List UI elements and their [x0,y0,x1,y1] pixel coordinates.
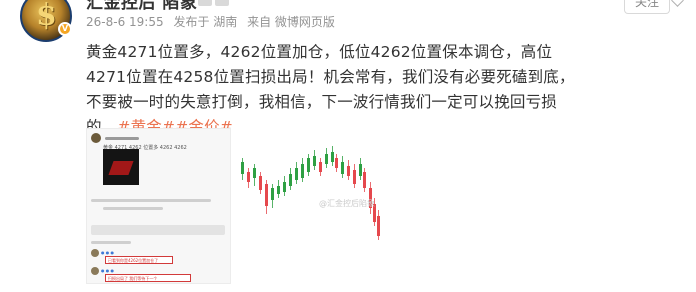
mini-image [103,149,139,185]
post-source: 来自 微博网页版 [247,15,335,29]
mini-row [103,207,163,210]
highlight-box-2: 扫损出局了 我们等待下一个 [105,274,191,282]
candle-body [277,186,280,194]
candle-body [341,162,344,174]
candle-body [253,168,256,178]
commenter-avatar [91,267,99,275]
candle-body [307,158,310,172]
chevron-down-icon[interactable] [671,0,684,7]
mini-username-line [105,136,139,140]
username[interactable]: 汇金控后 陷象 [86,0,197,13]
candle-body [313,156,316,166]
candle-body [319,162,322,172]
post-timestamp[interactable]: 26-8-6 19:55 [86,15,164,29]
candle-body [363,172,366,188]
candle-body [283,182,286,192]
mini-header [91,133,139,143]
post-location: 发布于 湖南 [173,15,238,29]
image-watermark: @汇金控后陷象 [319,199,375,208]
candle-body [265,184,268,206]
dollar-sign-icon: $ [36,0,57,33]
candle-body [301,164,304,178]
candle-body [377,216,380,236]
candle-body [331,152,334,162]
candle-body [335,158,338,168]
highlight-box-1: 已看到你是4262位置加仓了 [105,256,173,264]
candle-body [289,174,292,186]
mini-comment-input [91,225,225,235]
mini-avatar [91,133,101,143]
post-meta: 26-8-6 19:55 发布于 湖南 来自 微博网页版 [86,13,335,30]
verified-badge-icon: V [58,22,72,36]
candle-body [347,166,350,176]
candle-body [359,164,362,176]
mini-row [91,199,211,202]
candle-body [295,168,298,180]
post-image-chart[interactable]: @汇金控后陷象 [235,128,385,284]
post-body: 黄金4271位置多，4262位置加仓，低位4262位置保本调仓，高位4271位置… [86,40,586,140]
commenter-avatar [91,249,99,257]
mini-row [91,241,131,244]
candle-body [259,176,262,190]
mini-link: ● ● ● [101,250,115,255]
user-badges [198,0,229,6]
candle-body [241,162,244,174]
candle-body [271,188,274,200]
post-image-screenshot[interactable]: 黄金 4271 4262 位置多 4262 4262 ● ● ● 已看到你是42… [86,128,231,284]
candle-body [353,170,356,184]
badge-icon [215,0,229,6]
badge-icon [198,0,212,6]
candle-body [247,172,250,182]
mini-link: ● ● ● [101,268,115,273]
follow-button[interactable]: 关注 [624,0,670,14]
candle-body [325,154,328,164]
